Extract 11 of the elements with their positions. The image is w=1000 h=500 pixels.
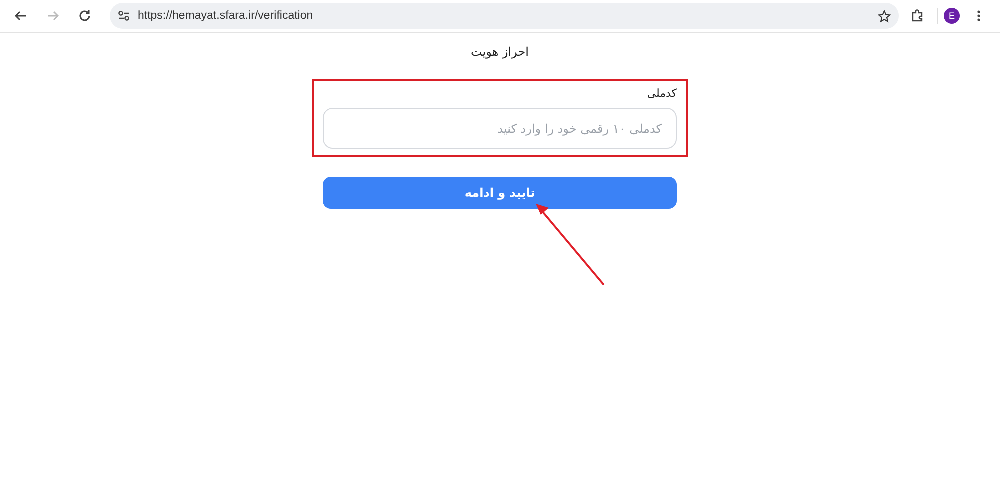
url-text: https://hemayat.sfara.ir/verification <box>138 10 314 22</box>
profile-avatar[interactable]: E <box>944 8 960 24</box>
star-icon[interactable] <box>878 10 891 22</box>
site-settings-icon[interactable] <box>118 11 130 21</box>
reload-icon[interactable] <box>78 9 92 23</box>
address-bar[interactable]: https://hemayat.sfara.ir/verification <box>110 3 899 29</box>
page-title: احراز هویت <box>471 45 529 59</box>
field-label: کدملی <box>646 87 677 100</box>
back-icon[interactable] <box>14 9 28 23</box>
confirm-button[interactable]: تایید و ادامه <box>323 177 677 209</box>
national-id-field[interactable]: کدملی ۱۰ رقمی خود را وارد کنید <box>323 108 677 149</box>
